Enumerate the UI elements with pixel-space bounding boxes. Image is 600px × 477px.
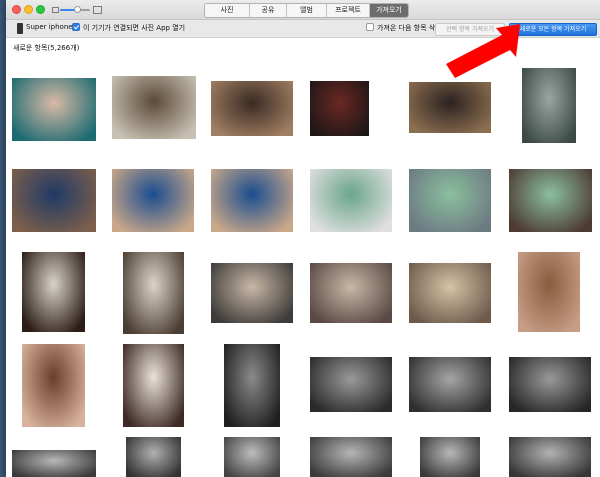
photo-thumbnail[interactable] (509, 357, 591, 412)
photo-thumbnail[interactable] (224, 437, 280, 477)
photo-thumbnail[interactable] (22, 252, 85, 332)
photo-thumbnail[interactable] (310, 169, 392, 232)
delete-after-import-checkbox[interactable] (366, 23, 374, 31)
open-photos-checkbox[interactable] (72, 23, 80, 31)
tab-photos[interactable]: 사진 (205, 4, 250, 17)
photo-thumbnail[interactable] (123, 344, 184, 427)
small-photo-icon (52, 7, 59, 13)
photo-thumbnail[interactable] (211, 263, 293, 323)
tab-shared[interactable]: 공유 (250, 4, 287, 17)
photo-thumbnail[interactable] (509, 169, 592, 232)
photo-thumbnail[interactable] (112, 76, 196, 139)
slider-knob[interactable] (74, 6, 81, 13)
tab-projects[interactable]: 프로젝트 (327, 4, 370, 17)
section-title: 새로운 항목(5,266개) (13, 44, 80, 52)
delete-after-import-label: 가져온 다음 항목 삭제 (377, 24, 442, 32)
maximize-window-button[interactable] (36, 5, 45, 14)
photo-thumbnail[interactable] (420, 437, 480, 477)
photos-import-window: 사진 공유 앨범 프로젝트 가져오기 Super iphone 이 기기가 연결… (6, 0, 600, 477)
thumbnail-size-slider[interactable] (52, 6, 102, 14)
photo-thumbnail[interactable] (224, 344, 280, 427)
iphone-icon (17, 23, 23, 34)
large-photo-icon (93, 6, 102, 14)
photo-thumbnail[interactable] (409, 82, 491, 133)
photo-thumbnail[interactable] (211, 169, 293, 232)
photo-thumbnail[interactable] (112, 169, 194, 232)
main-tabs: 사진 공유 앨범 프로젝트 가져오기 (204, 3, 409, 18)
red-arrow-annotation (446, 24, 520, 78)
close-window-button[interactable] (12, 5, 21, 14)
photo-thumbnail[interactable] (310, 437, 392, 477)
photo-thumbnail[interactable] (22, 344, 85, 427)
photo-thumbnail[interactable] (310, 357, 392, 412)
photo-thumbnail[interactable] (310, 263, 392, 323)
photo-thumbnail[interactable] (409, 263, 491, 323)
photo-thumbnail[interactable] (12, 450, 96, 477)
device-name: Super iphone (26, 23, 73, 31)
photo-thumbnail[interactable] (126, 437, 181, 477)
photo-thumbnail[interactable] (409, 169, 491, 232)
photo-thumbnail[interactable] (409, 357, 491, 412)
photo-thumbnail[interactable] (310, 81, 369, 136)
photo-thumbnail[interactable] (211, 81, 293, 136)
photo-thumbnail[interactable] (509, 437, 591, 477)
open-photos-label: 이 기기가 연결되면 사진 App 열기 (83, 24, 186, 32)
title-bar: 사진 공유 앨범 프로젝트 가져오기 (6, 0, 600, 20)
photo-thumbnail[interactable] (123, 252, 184, 334)
tab-albums[interactable]: 앨범 (287, 4, 327, 17)
tab-import[interactable]: 가져오기 (370, 4, 408, 17)
photo-thumbnail[interactable] (12, 78, 96, 141)
photo-thumbnail[interactable] (518, 252, 580, 332)
minimize-window-button[interactable] (24, 5, 33, 14)
photo-thumbnail[interactable] (12, 169, 96, 232)
